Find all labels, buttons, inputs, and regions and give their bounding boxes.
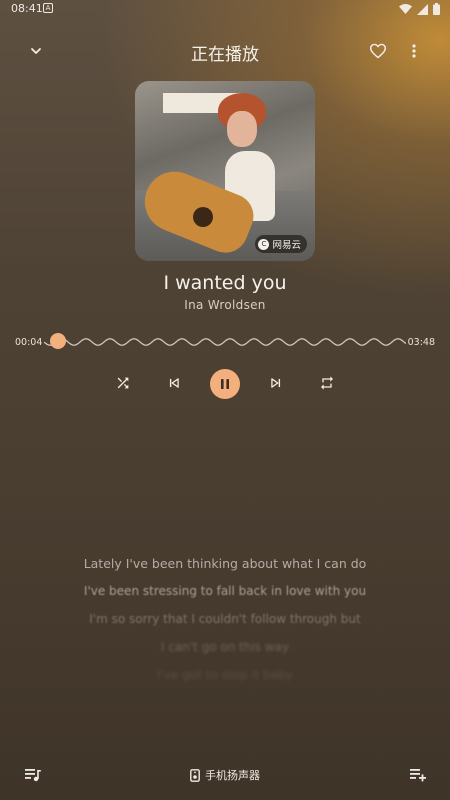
previous-button[interactable]: [159, 368, 189, 398]
repeat-icon: [321, 376, 333, 390]
speaker-icon: [190, 768, 200, 782]
system-icons: [399, 3, 440, 15]
progress-thumb[interactable]: [49, 333, 66, 349]
shuffle-icon: [117, 377, 129, 389]
heart-icon: [369, 43, 386, 59]
lyric-line[interactable]: I've got to stop it baby: [0, 668, 450, 682]
status-bar: 08:41 A: [0, 0, 450, 18]
status-time: 08:41: [11, 2, 43, 15]
skip-previous-icon: [169, 378, 179, 388]
cover-guitar-hole: [193, 207, 213, 227]
artist-name[interactable]: Ina Wroldsen: [0, 298, 450, 312]
notification-icon: A: [43, 3, 53, 13]
elapsed-time: 00:04: [15, 337, 43, 348]
lyric-line[interactable]: Lately I've been thinking about what I c…: [0, 556, 450, 571]
pause-icon: [221, 379, 229, 389]
more-button[interactable]: [396, 33, 432, 69]
source-badge-label: 网易云: [272, 240, 301, 251]
progress-wave[interactable]: [44, 330, 406, 354]
shuffle-button[interactable]: [108, 368, 138, 398]
lyric-line[interactable]: I've been stressing to fall back in love…: [0, 584, 450, 598]
netease-logo-icon: C: [258, 238, 270, 250]
wifi-icon: [399, 4, 412, 14]
battery-icon: [433, 3, 440, 15]
total-duration: 03:48: [407, 337, 435, 348]
add-to-playlist-button[interactable]: [400, 757, 436, 793]
next-button[interactable]: [261, 368, 291, 398]
repeat-button[interactable]: [312, 368, 342, 398]
bottom-bar: 手机扬声器: [0, 760, 450, 790]
source-badge: C 网易云: [255, 235, 307, 253]
playlist-add-icon: [410, 769, 426, 782]
playback-controls: [0, 368, 450, 400]
song-title: I wanted you: [163, 272, 287, 294]
favorite-button[interactable]: [360, 33, 396, 69]
album-cover[interactable]: C 网易云: [135, 81, 315, 261]
more-vertical-icon: [412, 44, 416, 58]
top-bar: 正在播放: [0, 30, 450, 74]
skip-next-icon: [271, 378, 281, 388]
signal-icon: [417, 3, 428, 15]
lyric-line[interactable]: I can't go on this way: [0, 640, 450, 654]
lyric-line[interactable]: I'm so sorry that I couldn't follow thro…: [0, 612, 450, 626]
pause-button[interactable]: [210, 369, 240, 399]
output-device-label: 手机扬声器: [205, 769, 260, 782]
progress-bar[interactable]: 00:04 03:48: [0, 330, 450, 354]
cover-figure-face: [227, 111, 257, 147]
output-device-selector[interactable]: 手机扬声器: [0, 767, 450, 783]
